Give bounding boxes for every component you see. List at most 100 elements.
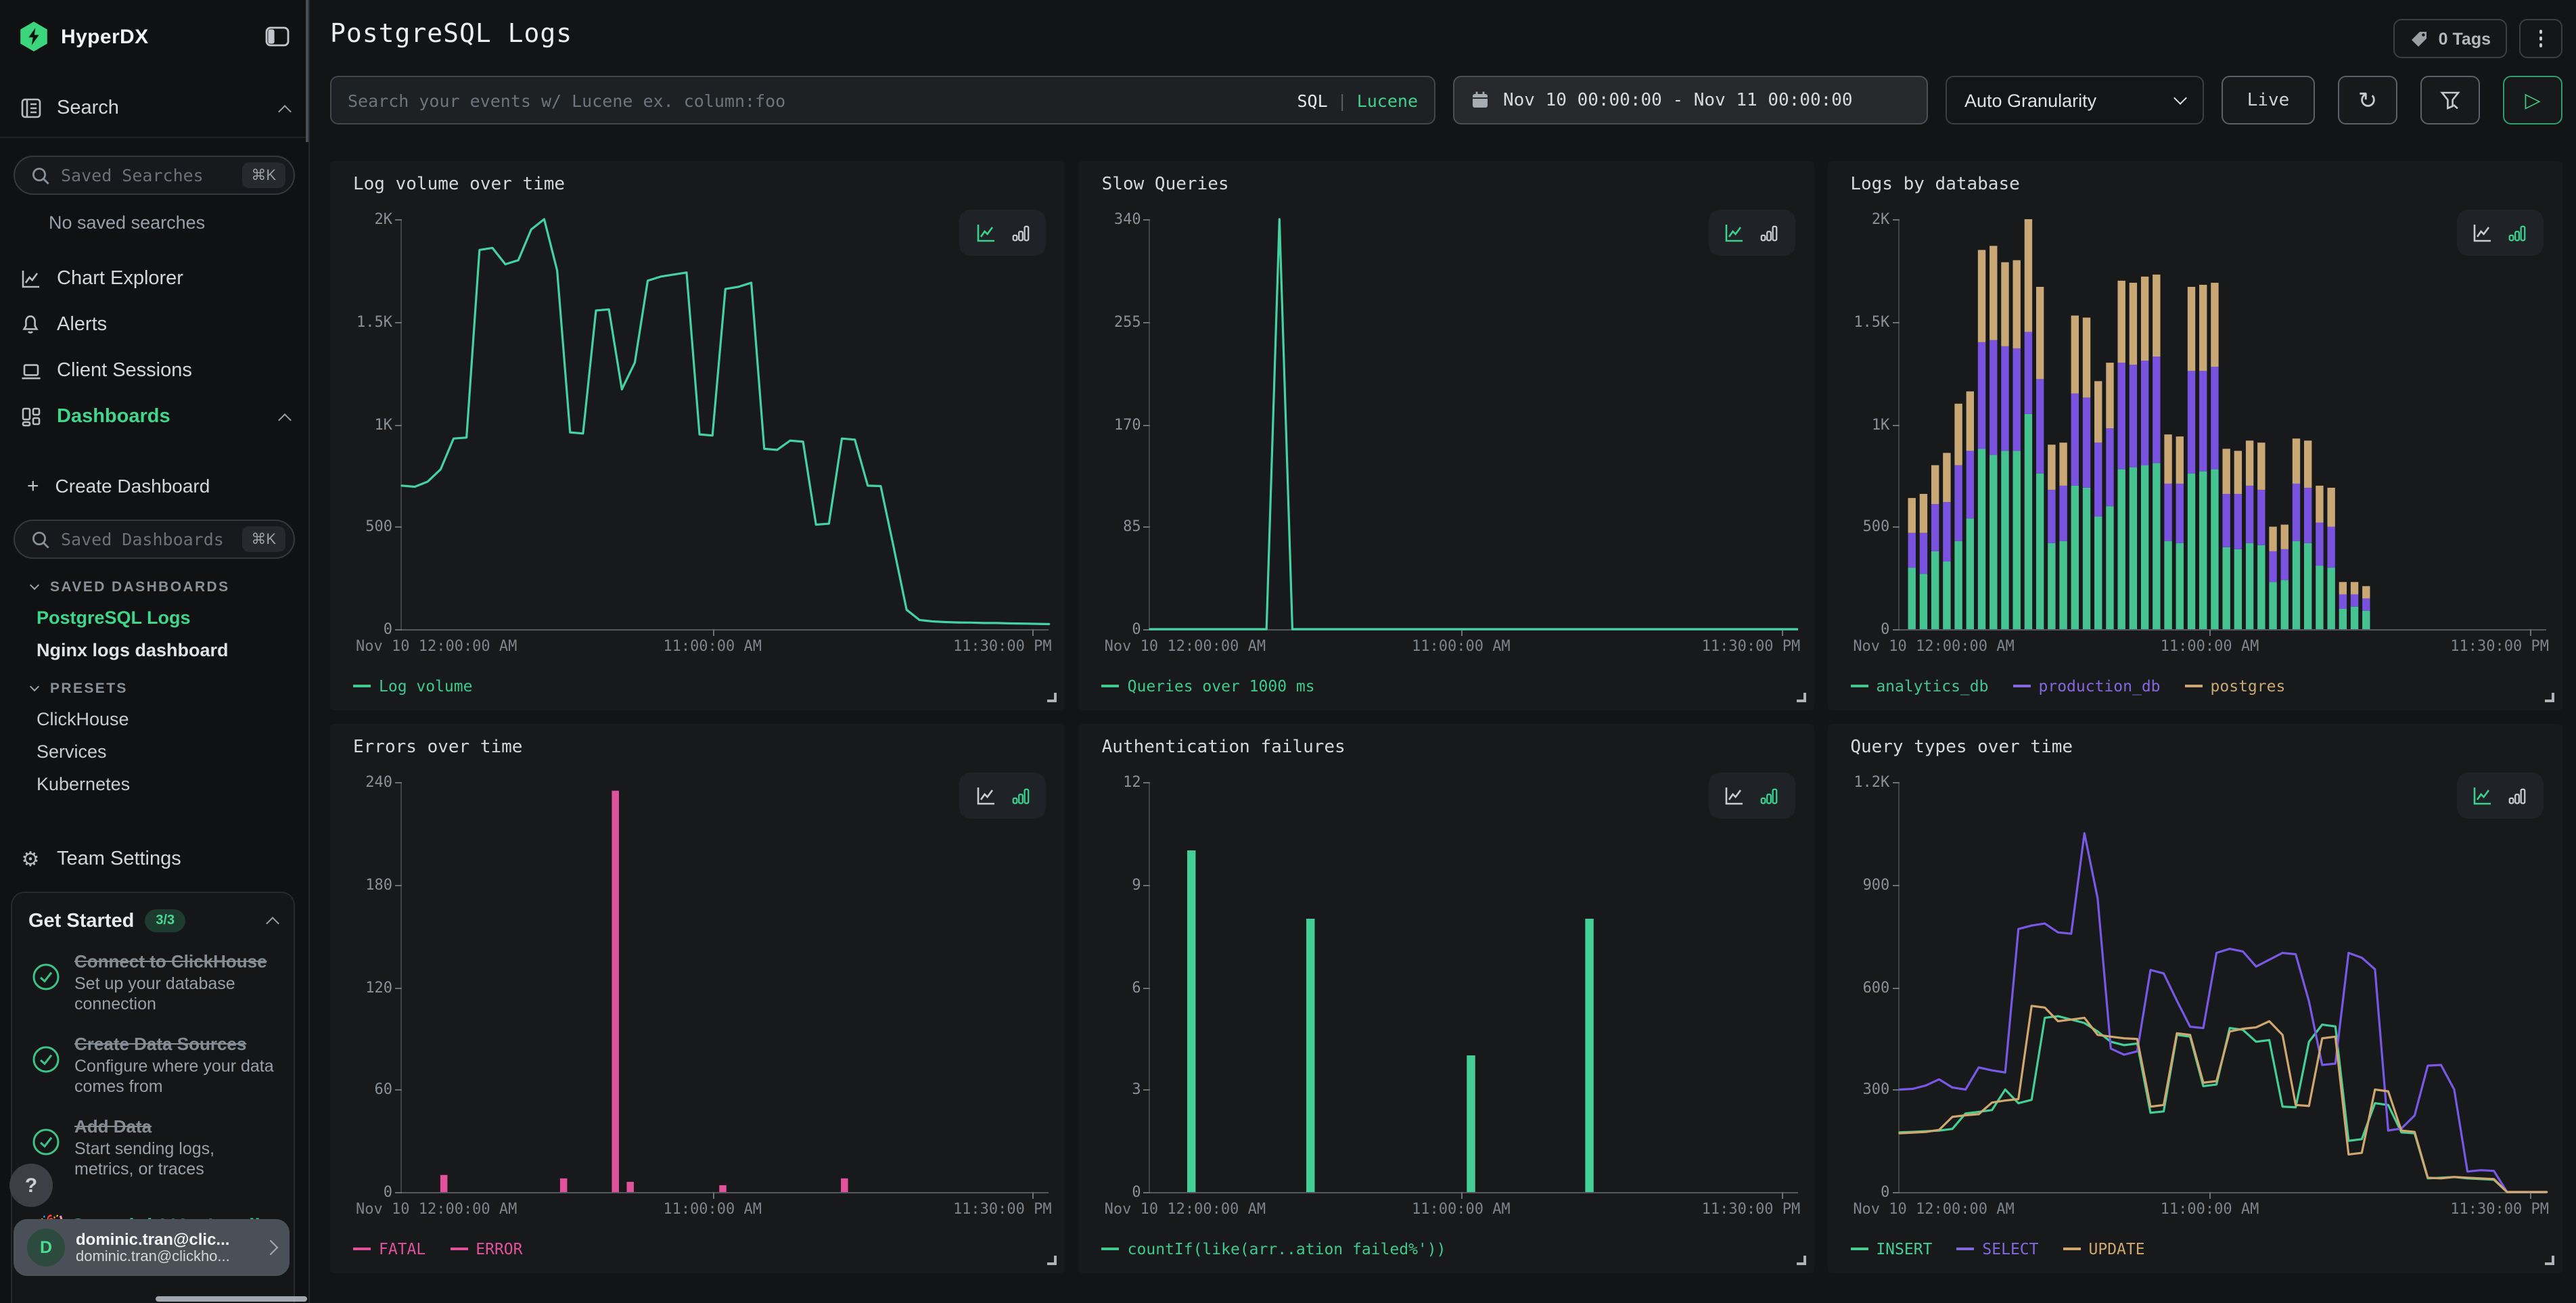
chart-type-toggle[interactable] [1708,210,1795,256]
bar-chart-icon[interactable] [1011,785,1031,806]
resize-handle[interactable] [1048,693,1057,702]
bar-chart-icon[interactable] [1759,223,1779,243]
create-dashboard-button[interactable]: + Create Dashboard [0,470,308,502]
checklist-item-subtitle: Configure where your data comes from [74,1057,277,1097]
checklist-item[interactable]: Create Data Sources Configure where your… [28,1034,277,1097]
checklist-item[interactable]: Connect to ClickHouse Set up your databa… [28,951,277,1015]
time-range-picker[interactable]: Nov 10 00:00:00 - Nov 11 00:00:00 [1453,76,1928,124]
plot-area: 2K1.5K1K5000Nov 10 12:00:00 AM11:00:00 A… [400,219,1049,631]
saved-searches-input[interactable] [61,165,231,185]
resize-handle[interactable] [1796,693,1806,702]
user-menu[interactable]: D dominic.tran@clic... dominic.tran@clic… [14,1219,290,1276]
chart-card-slow-queries: Slow Queries 340255170850Nov 10 12:00:00… [1079,161,1814,710]
help-button[interactable]: ? [9,1164,53,1207]
line-chart-icon[interactable] [975,222,997,244]
filter-button[interactable] [2420,76,2480,124]
live-button[interactable]: Live [2222,76,2315,124]
granularity-select[interactable]: Auto Granularity [1946,76,2204,124]
chart-title: Authentication failures [1102,737,1346,758]
resize-handle[interactable] [1048,1256,1057,1265]
bar-chart-icon[interactable] [2508,223,2528,243]
y-axis-tick-label: 0 [384,620,392,638]
line-chart-icon[interactable] [2472,785,2494,806]
run-query-button[interactable]: ▷ [2503,76,2562,124]
brand-name: HyperDX [61,25,149,48]
plot-area: 240180120600Nov 10 12:00:00 AM11:00:00 A… [400,782,1049,1193]
brand: HyperDX [0,0,308,51]
sidebar-item-team-settings[interactable]: ⚙ Team Settings [0,843,308,875]
legend-item[interactable]: postgres [2185,677,2286,695]
saved-dashboards-pill[interactable]: ⌘K [14,520,295,559]
bar-chart-icon[interactable] [1759,785,1779,806]
legend-item[interactable]: UPDATE [2063,1239,2145,1258]
sidebar-item-search[interactable]: Search [0,92,308,124]
sidebar-dashboard-postgresql-logs[interactable]: PostgreSQL Logs [37,608,191,628]
get-started-title: Get Started [28,910,134,932]
sidebar-dashboard-nginx-logs[interactable]: Nginx logs dashboard [37,640,229,660]
chart-type-toggle[interactable] [2457,773,2544,819]
sidebar-vertical-scrollbar[interactable] [306,0,308,142]
chevron-up-icon[interactable] [278,413,292,426]
x-axis-tick-label: Nov 10 12:00:00 AM [1105,637,1266,655]
checklist-item-title: Create Data Sources [74,1034,277,1055]
user-name: dominic.tran@clic... [76,1230,230,1249]
sidebar-preset-clickhouse[interactable]: ClickHouse [37,709,129,729]
legend-item[interactable]: Log volume [353,677,473,695]
bar-chart-icon[interactable] [2508,785,2528,806]
section-saved-dashboards[interactable]: SAVED DASHBOARDS [31,579,308,595]
resize-handle[interactable] [2545,1256,2554,1265]
chevron-right-icon [263,1240,279,1256]
event-search-input[interactable] [348,90,1286,110]
resize-handle[interactable] [2545,693,2554,702]
chart-type-toggle[interactable] [960,773,1046,819]
sidebar-item-chart-explorer[interactable]: Chart Explorer [0,256,308,302]
lucene-mode-toggle[interactable]: Lucene [1357,90,1418,110]
sql-mode-toggle[interactable]: SQL [1297,90,1327,110]
sidebar-horizontal-scrollbar[interactable] [156,1296,307,1302]
checklist-item[interactable]: Add Data Start sending logs, metrics, or… [28,1116,277,1179]
sidebar-preset-services[interactable]: Services [37,741,107,762]
sidebar-item-label: Alerts [57,314,107,336]
sidebar-item-alerts[interactable]: Alerts [0,302,308,348]
collapse-sidebar-icon[interactable] [265,26,290,47]
legend-item[interactable]: production_db [2013,677,2161,695]
chevron-up-icon[interactable] [278,104,292,118]
more-options-button[interactable] [2519,19,2562,58]
gear-icon: ⚙ [19,847,42,871]
main-content: PostgreSQL Logs 0 Tags SQL | Lucene [310,0,2576,1303]
kbd-shortcut-badge: ⌘K [242,162,285,188]
plot-area: 340255170850Nov 10 12:00:00 AM11:00:00 A… [1149,219,1798,631]
line-chart-icon[interactable] [1724,222,1745,244]
chart-type-toggle[interactable] [960,210,1046,256]
legend-item[interactable]: countIf(like(arr..ation failed%')) [1102,1239,1446,1258]
saved-searches-pill[interactable]: ⌘K [14,156,295,195]
resize-handle[interactable] [1796,1256,1806,1265]
chevron-up-icon[interactable] [266,917,279,930]
chart-type-toggle[interactable] [2457,210,2544,256]
legend-item[interactable]: SELECT [1956,1239,2038,1258]
y-axis-tick-label: 170 [1114,415,1141,433]
event-search-box[interactable]: SQL | Lucene [330,76,1435,124]
refresh-button[interactable]: ↻ [2338,76,2397,124]
calendar-icon [1471,91,1490,110]
bar-chart-icon[interactable] [1011,223,1031,243]
tags-button[interactable]: 0 Tags [2394,19,2507,58]
line-chart-icon[interactable] [1724,785,1745,806]
saved-dashboards-input[interactable] [61,529,231,549]
plus-icon: + [27,474,39,497]
legend-item[interactable]: analytics_db [1850,677,1988,695]
legend-item[interactable]: INSERT [1850,1239,1932,1258]
sidebar-preset-kubernetes[interactable]: Kubernetes [37,774,130,794]
chart-type-toggle[interactable] [1708,773,1795,819]
section-presets[interactable]: PRESETS [31,681,308,697]
time-range-value: Nov 10 00:00:00 - Nov 11 00:00:00 [1503,90,1853,110]
line-chart-icon[interactable] [2472,222,2494,244]
sidebar-item-client-sessions[interactable]: Client Sessions [0,348,308,394]
line-chart-icon[interactable] [975,785,997,806]
legend-item[interactable]: FATAL [353,1239,426,1258]
legend-item[interactable]: ERROR [450,1239,522,1258]
page-title: PostgreSQL Logs [330,19,572,49]
x-axis-tick-label: 11:30:00 PM [1702,1200,1801,1218]
sidebar-item-dashboards[interactable]: Dashboards [0,394,308,440]
legend-item[interactable]: Queries over 1000 ms [1102,677,1315,695]
